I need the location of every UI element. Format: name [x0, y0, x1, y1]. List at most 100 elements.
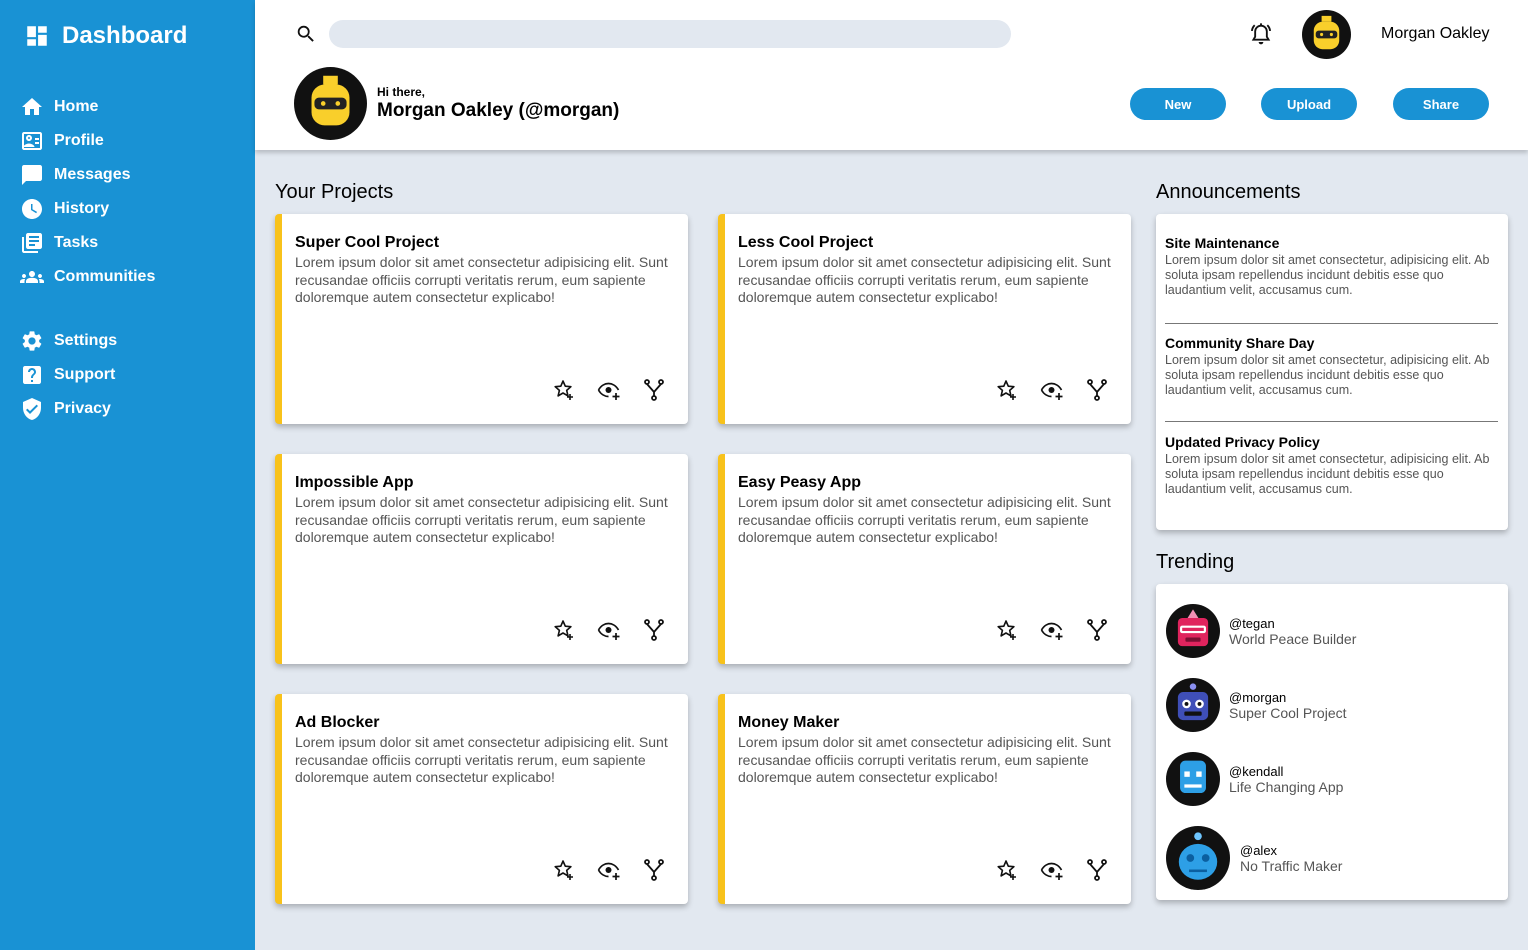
header: Morgan Oakley Hi there, Morgan Oakley (@…	[255, 0, 1528, 150]
project-description: Lorem ipsum dolor sit amet consectetur a…	[295, 494, 668, 545]
message-icon	[22, 165, 42, 185]
project-actions	[995, 858, 1109, 882]
project-card[interactable]: Impossible App Lorem ipsum dolor sit amet…	[275, 454, 688, 664]
trending-item[interactable]: @alex No Traffic Maker	[1166, 826, 1342, 890]
star-add-icon[interactable]	[995, 858, 1019, 882]
watch-add-icon[interactable]	[1040, 618, 1064, 642]
projects-title: Your Projects	[275, 181, 394, 203]
upload-button[interactable]: Upload	[1261, 88, 1357, 120]
announcement-item[interactable]: Updated Privacy Policy Lorem ipsum dolor…	[1165, 434, 1498, 497]
announcement-item[interactable]: Community Share Day Lorem ipsum dolor si…	[1165, 335, 1498, 398]
brand-title: Dashboard	[62, 22, 188, 49]
sidebar-item-privacy[interactable]: Privacy	[20, 392, 155, 426]
star-add-icon[interactable]	[552, 858, 576, 882]
announcement-title: Updated Privacy Policy	[1165, 434, 1320, 450]
project-description: Lorem ipsum dolor sit amet consectetur a…	[295, 254, 668, 305]
watch-add-icon[interactable]	[1040, 858, 1064, 882]
announcement-title: Site Maintenance	[1165, 235, 1280, 251]
new-button[interactable]: New	[1130, 88, 1226, 120]
header-user-name[interactable]: Morgan Oakley	[1381, 25, 1490, 43]
trending-handle: @tegan	[1229, 615, 1275, 631]
fork-icon[interactable]	[1085, 618, 1109, 642]
help-icon	[23, 366, 41, 384]
announcement-text: Lorem ipsum dolor sit amet consectetur, …	[1165, 452, 1490, 496]
robot-avatar-icon	[1166, 604, 1220, 658]
sidebar-item-label: Support	[54, 366, 116, 383]
project-title[interactable]: Super Cool Project	[295, 234, 439, 252]
search-input[interactable]	[329, 20, 1011, 48]
dashboard-icon	[27, 26, 47, 46]
project-actions	[552, 378, 666, 402]
home-icon	[22, 98, 42, 115]
trending-item[interactable]: @morgan Super Cool Project	[1166, 678, 1347, 732]
watch-add-icon[interactable]	[597, 618, 621, 642]
sidebar-item-label: Profile	[54, 132, 104, 149]
fork-icon[interactable]	[1085, 858, 1109, 882]
project-card[interactable]: Super Cool Project Lorem ipsum dolor sit …	[275, 214, 688, 424]
announcement-item[interactable]: Site Maintenance Lorem ipsum dolor sit a…	[1165, 235, 1498, 298]
trending-item[interactable]: @tegan World Peace Builder	[1166, 604, 1356, 658]
search-icon[interactable]	[295, 23, 317, 45]
project-actions	[995, 618, 1109, 642]
trending-handle: @alex	[1240, 842, 1278, 858]
project-title[interactable]: Impossible App	[295, 474, 414, 492]
sidebar-item-settings[interactable]: Settings	[20, 324, 155, 358]
trending-text: @kendall Life Changing App	[1229, 764, 1343, 795]
project-description: Lorem ipsum dolor sit amet consectetur a…	[295, 734, 668, 785]
profile-card-icon	[22, 132, 42, 150]
project-actions	[552, 618, 666, 642]
fork-icon[interactable]	[642, 378, 666, 402]
project-card[interactable]: Money Maker Lorem ipsum dolor sit amet co…	[718, 694, 1131, 904]
trending-project: Life Changing App	[1229, 778, 1344, 795]
project-card[interactable]: Less Cool Project Lorem ipsum dolor sit a…	[718, 214, 1131, 424]
bell-ringing-icon[interactable]	[1247, 21, 1275, 49]
fork-icon[interactable]	[642, 858, 666, 882]
project-title[interactable]: Less Cool Project	[738, 234, 873, 252]
sidebar-item-history[interactable]: History	[20, 192, 155, 226]
sidebar-item-profile[interactable]: Profile	[20, 124, 155, 158]
sidebar-item-home[interactable]: Home	[20, 90, 155, 124]
star-add-icon[interactable]	[552, 618, 576, 642]
divider	[1165, 421, 1498, 422]
sidebar-item-label: Privacy	[54, 400, 111, 417]
project-title[interactable]: Money Maker	[738, 714, 839, 732]
announcement-title: Community Share Day	[1165, 335, 1315, 351]
fork-icon[interactable]	[1085, 378, 1109, 402]
project-title[interactable]: Ad Blocker	[295, 714, 379, 732]
sidebar: Dashboard Home Profile Messages History …	[0, 0, 255, 950]
project-title[interactable]: Easy Peasy App	[738, 474, 861, 492]
sidebar-item-label: Settings	[54, 332, 118, 349]
sidebar-item-label: Messages	[54, 166, 131, 183]
watch-add-icon[interactable]	[1040, 378, 1064, 402]
project-card[interactable]: Easy Peasy App Lorem ipsum dolor sit amet…	[718, 454, 1131, 664]
announcement-text: Lorem ipsum dolor sit amet consectetur, …	[1165, 253, 1490, 297]
brand[interactable]: Dashboard	[24, 22, 187, 50]
watch-add-icon[interactable]	[597, 378, 621, 402]
group-icon	[20, 271, 44, 283]
star-add-icon[interactable]	[995, 378, 1019, 402]
star-add-icon[interactable]	[552, 378, 576, 402]
trending-text: @morgan Super Cool Project	[1229, 690, 1347, 721]
sidebar-item-messages[interactable]: Messages	[20, 158, 155, 192]
trending-item[interactable]: @kendall Life Changing App	[1166, 752, 1343, 806]
trending-handle: @morgan	[1229, 689, 1287, 705]
watch-add-icon[interactable]	[597, 858, 621, 882]
divider	[1165, 323, 1498, 324]
sidebar-item-tasks[interactable]: Tasks	[20, 226, 155, 260]
profile-avatar	[294, 67, 367, 140]
announcements-panel: Site Maintenance Lorem ipsum dolor sit a…	[1156, 214, 1508, 530]
sidebar-item-support[interactable]: Support	[20, 358, 155, 392]
trending-project: Super Cool Project	[1229, 704, 1347, 721]
share-button[interactable]: Share	[1393, 88, 1489, 120]
project-description: Lorem ipsum dolor sit amet consectetur a…	[738, 494, 1111, 545]
project-card[interactable]: Ad Blocker Lorem ipsum dolor sit amet con…	[275, 694, 688, 904]
sidebar-item-communities[interactable]: Communities	[20, 260, 155, 294]
announcement-text: Lorem ipsum dolor sit amet consectetur, …	[1165, 353, 1490, 397]
fork-icon[interactable]	[642, 618, 666, 642]
announcements-title: Announcements	[1156, 181, 1301, 203]
trending-panel: @tegan World Peace Builder @morgan Super…	[1156, 584, 1508, 900]
sidebar-item-label: History	[54, 200, 110, 217]
user-avatar[interactable]	[1302, 10, 1351, 59]
star-add-icon[interactable]	[995, 618, 1019, 642]
